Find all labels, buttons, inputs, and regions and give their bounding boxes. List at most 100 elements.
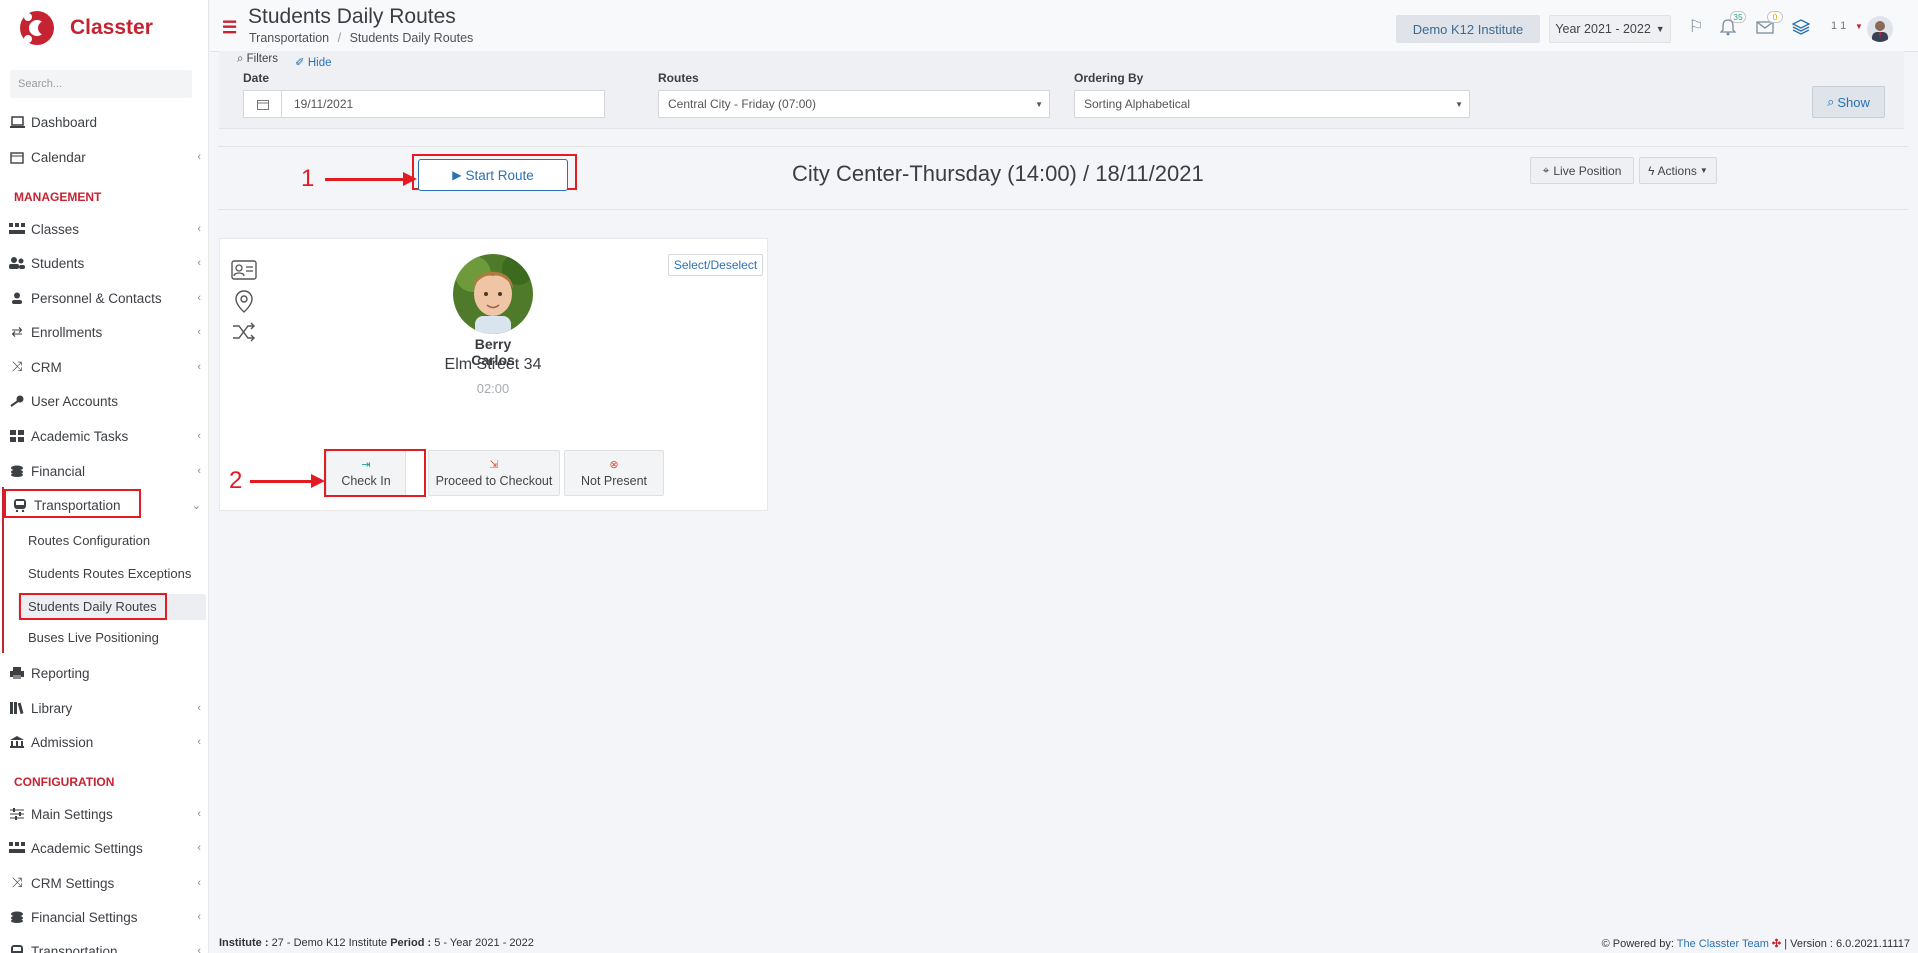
sidebar-subitem-routes-configuration[interactable]: Routes Configuration (28, 533, 150, 548)
sidebar-item-label: Enrollments (31, 324, 103, 340)
breadcrumb-item[interactable]: Transportation (249, 31, 329, 45)
hide-filters-link[interactable]: ✐ Hide (295, 55, 332, 69)
live-position-button[interactable]: ⌖ Live Position (1530, 157, 1634, 184)
sidebar-item-financial-settings[interactable]: Financial Settings ‹ (0, 902, 208, 932)
footer-period-label: Period : (390, 937, 432, 949)
section-management: MANAGEMENT (14, 190, 102, 204)
sidebar-item-dashboard[interactable]: Dashboard (0, 107, 208, 137)
hamburger-menu-icon[interactable]: ☰ (222, 18, 237, 38)
classes-icon (9, 841, 25, 855)
map-marker-icon: ⌖ (1542, 163, 1550, 177)
search-input[interactable]: Search... (10, 70, 192, 98)
caret-down-icon: ▼ (1035, 99, 1043, 109)
sidebar: Classter Search... Dashboard Calendar ‹ … (0, 0, 209, 953)
classter-small-logo-icon: ✣ (1771, 938, 1782, 950)
annotation-arrow-1 (325, 172, 417, 186)
annotation-box-daily-routes (19, 593, 167, 620)
caret-down-icon: ▼ (1455, 99, 1463, 109)
sidebar-item-label: Personnel & Contacts (31, 290, 162, 306)
date-label: Date (243, 71, 270, 85)
exchange-icon: ⇄ (11, 324, 23, 339)
envelope-icon[interactable]: 0 (1753, 11, 1783, 39)
sidebar-item-label: Classes (31, 221, 80, 237)
sidebar-item-financial[interactable]: Financial ‹ (0, 456, 208, 486)
chevron-left-icon: ‹ (197, 945, 201, 953)
sidebar-subitem-students-routes-exceptions[interactable]: Students Routes Exceptions (28, 566, 191, 581)
footer-institute: Institute : 27 - Demo K12 Institute Peri… (219, 937, 534, 949)
grid-icon (9, 429, 25, 443)
sidebar-item-label: Library (31, 700, 73, 716)
bell-icon[interactable]: 35 (1716, 11, 1746, 39)
shuffle-icon: ⤨ (11, 875, 23, 890)
proceed-checkout-button[interactable]: ⇲ Proceed to Checkout (428, 450, 560, 496)
sliders-icon (9, 807, 25, 821)
coins-icon (9, 910, 25, 924)
sidebar-item-label: Academic Settings (31, 840, 143, 856)
sidebar-item-main-settings[interactable]: Main Settings ‹ (0, 799, 208, 829)
sidebar-item-crm[interactable]: ⤨ CRM ‹ (0, 352, 208, 382)
sidebar-item-students[interactable]: Students ‹ (0, 248, 208, 278)
ordering-select[interactable]: Sorting Alphabetical ▼ (1074, 90, 1470, 118)
page-title: Students Daily Routes (248, 5, 456, 28)
main-area: ☰ Students Daily Routes Transportation /… (210, 0, 1918, 953)
sidebar-item-transportation-settings[interactable]: Transportation ‹ (0, 936, 208, 953)
sidebar-item-crm-settings[interactable]: ⤨ CRM Settings ‹ (0, 868, 208, 898)
map-marker-icon[interactable] (235, 290, 253, 317)
sidebar-item-calendar[interactable]: Calendar ‹ (0, 142, 208, 172)
print-icon (9, 666, 25, 680)
sidebar-item-library[interactable]: Library ‹ (0, 693, 208, 723)
not-present-button[interactable]: ⊗ Not Present (564, 450, 664, 496)
start-route-button[interactable]: ▶ Start Route (418, 159, 568, 191)
chevron-left-icon: ‹ (197, 257, 201, 269)
sidebar-item-personnel[interactable]: Personnel & Contacts ‹ (0, 283, 208, 313)
avatar[interactable] (1867, 16, 1893, 42)
show-button[interactable]: ⌕ Show (1812, 86, 1885, 118)
select-deselect-button[interactable]: Select/Deselect (668, 254, 763, 276)
not-present-label: Not Present (580, 474, 647, 488)
caret-down-icon[interactable]: ▼ (1855, 22, 1863, 31)
chevron-down-icon: ⌄ (191, 499, 201, 512)
institute-button[interactable]: Demo K12 Institute (1396, 15, 1540, 43)
shuffle-icon[interactable] (232, 322, 256, 345)
date-value: 19/11/2021 (294, 97, 354, 111)
routes-select[interactable]: Central City - Friday (07:00) ▼ (658, 90, 1050, 118)
routes-label: Routes (658, 71, 699, 85)
classes-icon (9, 222, 25, 236)
sidebar-item-classes[interactable]: Classes ‹ (0, 214, 208, 244)
students-icon (9, 256, 25, 270)
user-name[interactable]: 1 1 (1831, 20, 1846, 32)
sidebar-item-enrollments[interactable]: ⇄ Enrollments ‹ (0, 317, 208, 347)
id-card-icon[interactable] (231, 260, 257, 283)
chevron-left-icon: ‹ (197, 702, 201, 714)
sidebar-item-label: Transportation (31, 943, 118, 953)
footer-team-link[interactable]: The Classter Team (1677, 938, 1769, 950)
actions-dropdown[interactable]: ϟ Actions ▼ (1639, 157, 1717, 184)
app-name: Classter (70, 16, 153, 39)
breadcrumb-separator: / (337, 31, 342, 45)
layers-icon[interactable] (1789, 15, 1813, 39)
date-field[interactable]: 19/11/2021 (243, 90, 605, 118)
flag-icon[interactable]: ⚐ (1684, 15, 1708, 39)
sidebar-item-admission[interactable]: Admission ‹ (0, 727, 208, 757)
chevron-left-icon: ‹ (197, 842, 201, 854)
submenu-indicator (2, 487, 4, 653)
sign-out-icon: ⇲ (489, 459, 499, 471)
sidebar-item-academic-tasks[interactable]: Academic Tasks ‹ (0, 421, 208, 451)
year-selector[interactable]: Year 2021 - 2022 ▼ (1549, 15, 1671, 43)
footer-institute-label: Institute : (219, 937, 269, 949)
copyright-icon: © (1601, 938, 1610, 950)
sidebar-item-user-accounts[interactable]: User Accounts (0, 386, 208, 416)
chevron-left-icon: ‹ (197, 911, 201, 923)
annotation-step-1: 1 (301, 165, 315, 192)
coins-icon (9, 464, 25, 478)
sidebar-item-reporting[interactable]: Reporting (0, 658, 208, 688)
sidebar-subitem-buses-live-positioning[interactable]: Buses Live Positioning (28, 630, 159, 645)
books-icon (9, 701, 25, 715)
times-circle-icon: ⊗ (609, 459, 619, 471)
laptop-icon (9, 115, 25, 129)
logo[interactable]: Classter (18, 8, 153, 48)
student-time: 02:00 (476, 381, 510, 396)
section-configuration: CONFIGURATION (14, 775, 115, 789)
filters-toggle[interactable]: ⌕ Filters (237, 53, 278, 66)
sidebar-item-academic-settings[interactable]: Academic Settings ‹ (0, 833, 208, 863)
